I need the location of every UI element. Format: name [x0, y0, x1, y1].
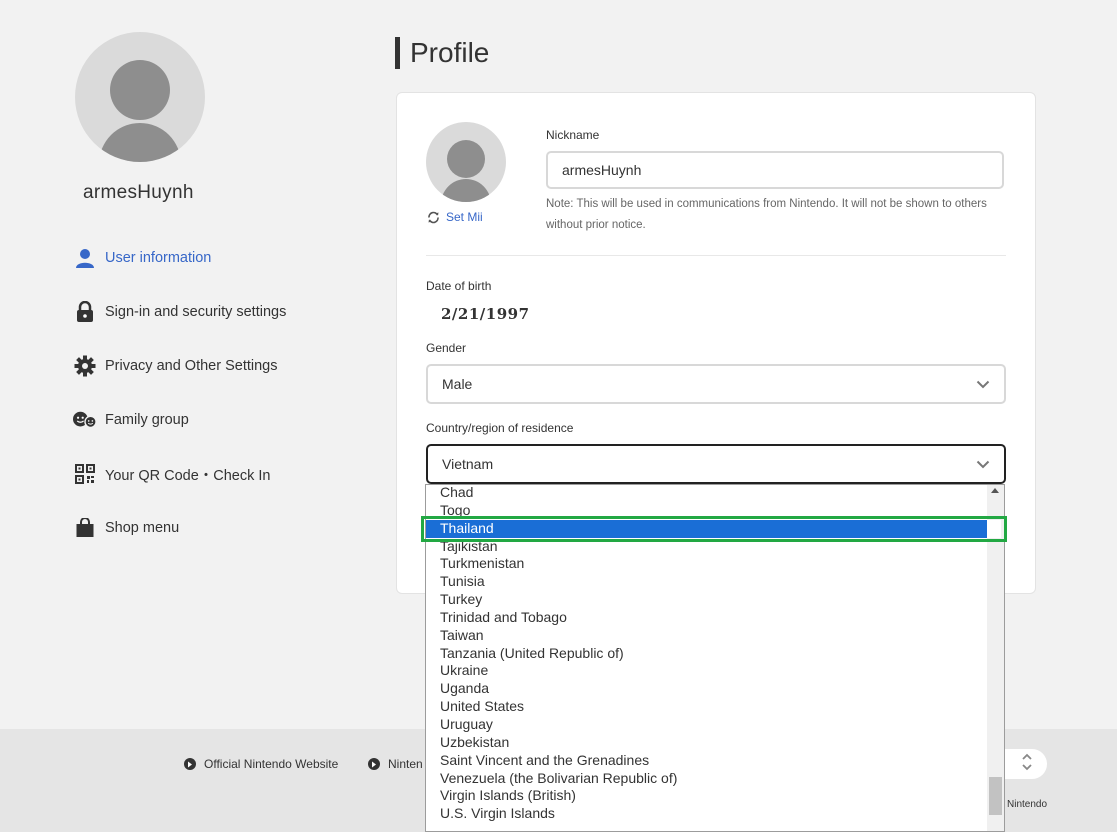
dropdown-option[interactable]: Virgin Islands (British) — [426, 787, 987, 805]
chevron-right-icon — [184, 758, 196, 770]
sidebar-item-label: Family group — [105, 412, 189, 428]
chevron-right-icon — [368, 758, 380, 770]
sidebar-item-label: User information — [105, 250, 212, 266]
nickname-note: Note: This will be used in communication… — [546, 198, 987, 231]
qr-code-icon — [73, 462, 97, 486]
chevron-down-icon — [976, 460, 990, 469]
gender-select[interactable]: Male — [426, 364, 1006, 404]
dropdown-option[interactable]: U.S. Virgin Islands — [426, 805, 987, 823]
dropdown-option[interactable]: Venezuela (the Bolivarian Republic of) — [426, 770, 987, 788]
nickname-label: Nickname — [546, 128, 600, 142]
refresh-icon — [427, 211, 440, 224]
dropdown-option[interactable]: Togo — [426, 502, 987, 520]
sidebar-item-user-information[interactable]: User information — [73, 246, 211, 270]
dob-value: 2/21/1997 — [441, 305, 530, 323]
family-icon — [73, 408, 97, 432]
country-dropdown-list[interactable]: Chad Togo Thailand Tajikistan Turkmenistan Tu… — [425, 484, 1005, 832]
set-mii-button[interactable]: Set Mii — [427, 210, 483, 224]
country-label: Country/region of residence — [426, 421, 574, 435]
dropdown-option[interactable]: Uganda — [426, 680, 987, 698]
gear-icon — [73, 354, 97, 378]
highlight-marker — [987, 520, 1001, 538]
set-mii-label: Set Mii — [446, 210, 483, 224]
up-down-chevron-icon — [1021, 752, 1033, 777]
shopping-bag-icon — [73, 516, 97, 540]
dropdown-option[interactable]: Turkey — [426, 591, 987, 609]
username: armesHuynh — [83, 182, 194, 203]
country-value: Vietnam — [442, 456, 494, 472]
sidebar-item-family-group[interactable]: Family group — [73, 408, 189, 432]
user-avatar — [75, 32, 205, 162]
footer-link-label: Ninten — [388, 757, 423, 771]
person-icon — [73, 246, 97, 270]
dropdown-option[interactable]: Uruguay — [426, 716, 987, 734]
sidebar-item-label: Your QR Code・Check In — [105, 467, 271, 484]
sidebar-item-shop-menu[interactable]: Shop menu — [73, 516, 179, 540]
dropdown-option[interactable]: Uzbekistan — [426, 734, 987, 752]
copyright-text: Nintendo — [1007, 799, 1048, 810]
sidebar-item-label: Sign-in and security settings — [105, 304, 287, 320]
country-select[interactable]: Vietnam — [426, 444, 1006, 484]
gender-label: Gender — [426, 341, 467, 355]
dropdown-option[interactable]: Thailand — [426, 519, 987, 538]
dropdown-options: Chad Togo Thailand Tajikistan Turkmenistan Tu… — [426, 485, 987, 823]
lock-icon — [73, 300, 97, 324]
scroll-up-arrow-icon[interactable] — [991, 488, 999, 493]
sidebar-item-qr-code[interactable]: Your QR Code・Check In — [73, 462, 271, 486]
mii-avatar — [426, 122, 506, 202]
dropdown-option[interactable]: Tanzania (United Republic of) — [426, 645, 987, 663]
dropdown-option[interactable]: Chad — [426, 485, 987, 502]
dropdown-option[interactable]: Saint Vincent and the Grenadines — [426, 752, 987, 770]
nickname-input[interactable]: armesHuynh — [546, 151, 1004, 189]
scrollbar-thumb[interactable] — [989, 777, 1002, 815]
dropdown-option[interactable]: Taiwan — [426, 627, 987, 645]
dropdown-option[interactable]: Turkmenistan — [426, 555, 987, 573]
dropdown-option[interactable]: Ukraine — [426, 662, 987, 680]
sidebar-item-privacy-settings[interactable]: Privacy and Other Settings — [73, 354, 277, 378]
footer-link-nintendo[interactable]: Ninten — [368, 757, 423, 771]
sidebar-item-sign-in-security[interactable]: Sign-in and security settings — [73, 300, 286, 324]
dropdown-option[interactable]: Trinidad and Tobago — [426, 609, 987, 627]
chevron-down-icon — [976, 380, 990, 389]
footer-link-label: Official Nintendo Website — [204, 757, 339, 771]
sidebar-item-label: Privacy and Other Settings — [105, 358, 278, 374]
footer-link-official-website[interactable]: Official Nintendo Website — [184, 757, 338, 771]
dropdown-option[interactable]: Tajikistan — [426, 538, 987, 556]
sidebar-item-label: Shop menu — [105, 520, 180, 536]
page-title: Profile — [395, 37, 489, 69]
divider — [426, 255, 1006, 256]
gender-value: Male — [442, 376, 473, 392]
dob-label: Date of birth — [426, 279, 492, 293]
dropdown-option[interactable]: Tunisia — [426, 573, 987, 591]
dropdown-option[interactable]: United States — [426, 698, 987, 716]
